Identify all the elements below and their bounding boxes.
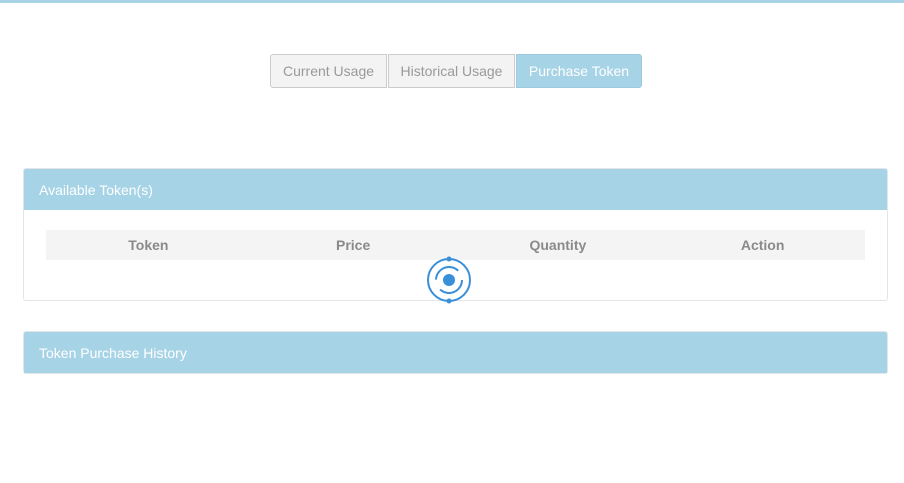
purchase-history-heading[interactable]: Token Purchase History <box>24 332 887 373</box>
top-accent-strip <box>0 0 904 3</box>
column-header-action: Action <box>740 237 785 253</box>
tab-current-usage[interactable]: Current Usage <box>270 54 387 88</box>
available-tokens-title: Available Token(s) <box>39 181 153 198</box>
tab-historical-usage[interactable]: Historical Usage <box>388 54 515 88</box>
column-header-quantity: Quantity <box>529 237 587 253</box>
usage-tabs: Current Usage Historical Usage Purchase … <box>270 54 643 88</box>
available-tokens-heading: Available Token(s) <box>24 169 887 210</box>
tab-purchase-token[interactable]: Purchase Token <box>516 54 642 88</box>
available-tokens-panel: Available Token(s) Token Price Quantity … <box>23 168 888 304</box>
token-purchase-history-panel: Token Purchase History <box>23 331 888 374</box>
loading-spinner-icon <box>427 256 471 304</box>
column-header-token: Token <box>128 237 169 253</box>
purchase-history-title: Token Purchase History <box>39 344 187 361</box>
column-header-price: Price <box>336 237 371 253</box>
